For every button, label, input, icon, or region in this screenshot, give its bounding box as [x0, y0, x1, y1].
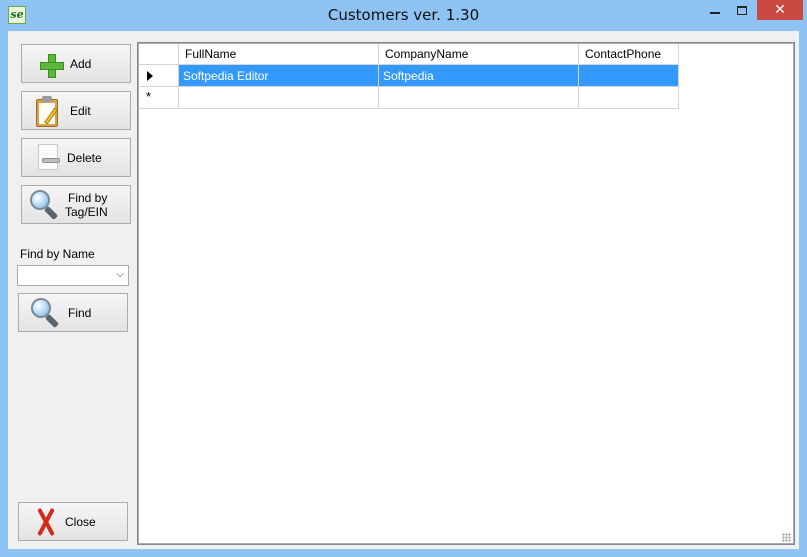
maximize-button[interactable]: [730, 0, 756, 22]
new-cell-fullname[interactable]: [179, 87, 379, 109]
column-header-companyname[interactable]: CompanyName: [379, 44, 579, 65]
column-header-contactphone[interactable]: ContactPhone: [579, 44, 679, 65]
window: se Customers ver. 1.30 ✕ Add Edit Delete: [0, 0, 807, 557]
main-panel: Add Edit Delete Find by Tag/EIN Find by …: [8, 31, 799, 549]
find-tag-line1: Find by: [68, 191, 108, 205]
plus-icon: [39, 53, 64, 78]
edit-button[interactable]: Edit: [21, 91, 131, 130]
row-header-new[interactable]: *: [139, 87, 179, 109]
row-header-current[interactable]: [139, 65, 179, 87]
close-window-button[interactable]: ✕: [757, 0, 803, 20]
column-header-fullname[interactable]: FullName: [179, 44, 379, 65]
cell-contactphone[interactable]: [579, 65, 679, 87]
edit-label: Edit: [70, 104, 91, 118]
new-cell-companyname[interactable]: [379, 87, 579, 109]
close-x-icon: [35, 507, 57, 537]
row-header-corner: [139, 44, 179, 65]
window-title: Customers ver. 1.30: [327, 6, 480, 24]
delete-button[interactable]: Delete: [21, 138, 131, 177]
remove-document-icon: [36, 144, 64, 174]
find-button[interactable]: Find: [18, 293, 128, 332]
grid-area: FullName CompanyName ContactPhone Softpe…: [139, 44, 793, 543]
find-by-name-label: Find by Name: [20, 247, 95, 261]
minimize-button[interactable]: [700, 0, 730, 22]
delete-label: Delete: [67, 151, 102, 165]
title-bar[interactable]: se Customers ver. 1.30 ✕: [0, 0, 807, 31]
chevron-down-icon[interactable]: ⌵: [116, 269, 124, 280]
cell-fullname[interactable]: Softpedia Editor: [179, 65, 379, 87]
magnifier-icon: [31, 298, 61, 329]
clipboard-pencil-icon: [36, 95, 62, 127]
find-tag-line2: Tag/EIN: [65, 205, 108, 219]
find-label: Find: [68, 306, 92, 320]
minimize-icon: [710, 12, 720, 14]
new-row-asterisk-icon: *: [146, 89, 152, 104]
current-row-arrow-icon: [147, 71, 153, 81]
cell-companyname[interactable]: Softpedia: [379, 65, 579, 87]
add-button[interactable]: Add: [21, 44, 131, 83]
customers-grid[interactable]: FullName CompanyName ContactPhone Softpe…: [137, 42, 795, 545]
magnifier-icon: [30, 190, 60, 221]
close-label: Close: [65, 515, 96, 529]
new-cell-contactphone[interactable]: [579, 87, 679, 109]
find-by-tag-button[interactable]: Find by Tag/EIN: [21, 185, 131, 224]
maximize-icon: [737, 6, 747, 15]
resize-grip-icon[interactable]: [782, 533, 791, 542]
find-by-name-combo[interactable]: ⌵: [17, 265, 129, 286]
add-label: Add: [70, 57, 92, 71]
close-icon: ✕: [774, 2, 786, 18]
close-button[interactable]: Close: [18, 502, 128, 541]
